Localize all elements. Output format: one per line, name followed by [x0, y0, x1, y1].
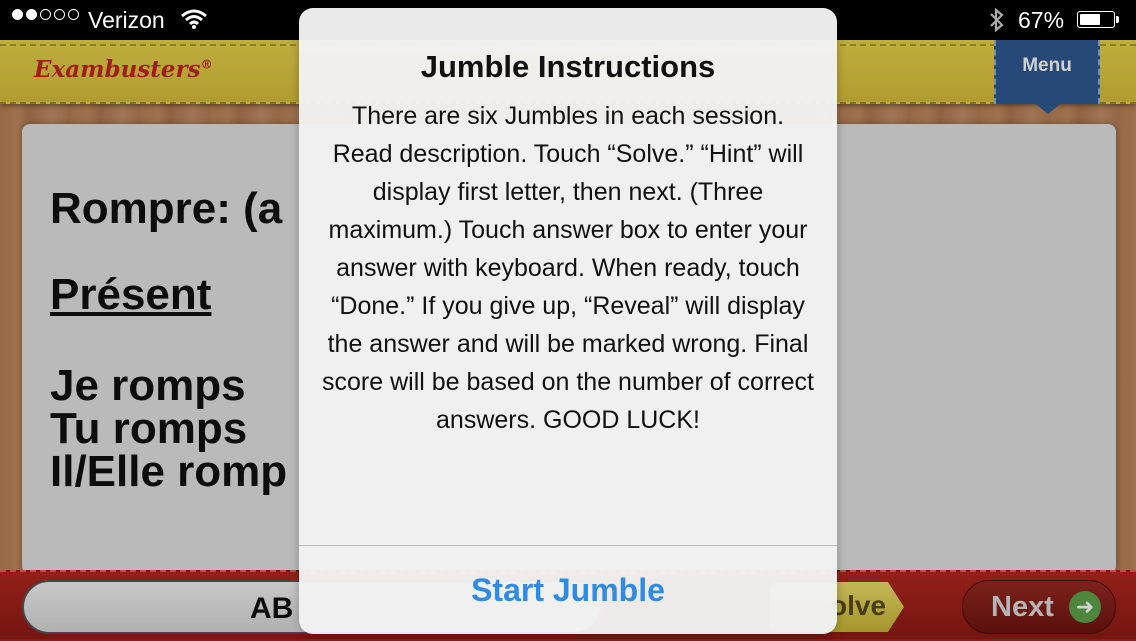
signal-dot [68, 9, 79, 20]
dialog-title: Jumble Instructions [420, 49, 716, 84]
wifi-icon [180, 8, 208, 36]
signal-dot [26, 9, 37, 20]
battery-icon [1077, 11, 1115, 28]
bluetooth-icon [988, 7, 1006, 39]
battery-percent: 67% [1018, 7, 1065, 33]
instructions-dialog: Jumble Instructions There are six Jumble… [299, 8, 837, 634]
signal-dot [40, 9, 51, 20]
dialog-message: There are six Jumbles in each session. R… [322, 102, 814, 434]
battery-nub [1116, 16, 1119, 23]
signal-strength-icon [12, 9, 79, 20]
signal-dot [54, 9, 65, 20]
battery-level [1080, 14, 1100, 25]
carrier-name: Verizon [88, 7, 165, 33]
start-jumble-button[interactable]: Start Jumble [299, 546, 837, 634]
signal-dot [12, 9, 23, 20]
